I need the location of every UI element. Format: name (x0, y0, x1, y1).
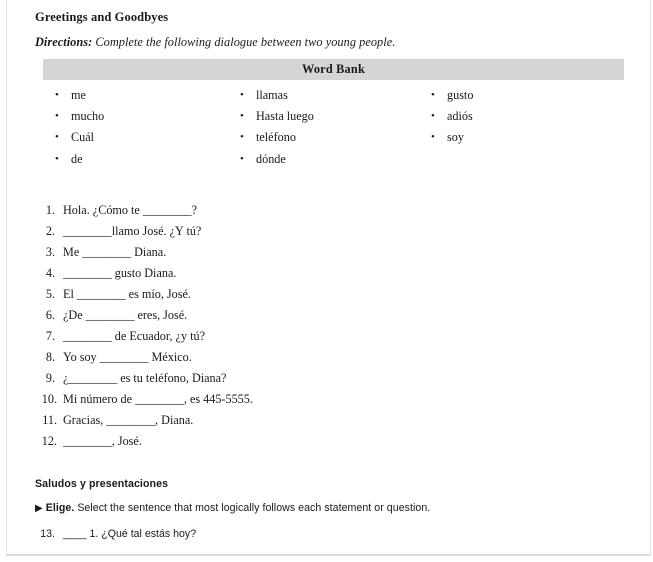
item-text: Gracias, ________, Diana. (63, 412, 194, 427)
exercise-item-2: 2. ________llamo José. ¿Y tú? (35, 221, 630, 242)
list-item: • gusto (429, 85, 624, 106)
worksheet-page: Greetings and Goodbyes Directions: Compl… (6, 0, 651, 556)
exercise-item-4: 4. ________ gusto Diana. (35, 263, 630, 284)
word-bank-header: Word Bank (43, 59, 624, 80)
item-number: 3. (45, 244, 55, 259)
list-item: • Hasta luego (238, 106, 427, 127)
bullet-icon: • (55, 110, 59, 123)
bullet-icon: • (55, 89, 59, 101)
bullet-icon: • (431, 89, 435, 101)
word-bank-column-2: • llamas • Hasta luego • teléfono • dónde (235, 85, 427, 170)
item-number: 12. (41, 433, 57, 448)
exercise-item-1: 1. Hola. ¿Cómo te ________? (35, 200, 630, 221)
word-bank-word: gusto (447, 88, 474, 102)
word-bank-word: de (71, 151, 83, 166)
item-text: Hola. ¿Cómo te ________? (63, 202, 198, 217)
bullet-icon: • (431, 110, 435, 123)
word-bank-word: soy (447, 130, 464, 145)
item-number: 6. (45, 307, 55, 322)
exercise-item-10: 10. Mi número de ________, es 445-5555. (35, 389, 630, 410)
item-text: Yo soy ________ México. (63, 349, 192, 364)
bullet-icon: • (240, 110, 244, 123)
instruction-label: Elige. (45, 501, 75, 514)
item-text: El ________ es mío, José. (63, 286, 191, 301)
list-item: • mucho (53, 106, 235, 127)
item-text: ¿________ es tu teléfono, Diana? (63, 370, 227, 385)
page-title: Greetings and Goodbyes (35, 10, 169, 24)
fill-in-exercise-list: 1. Hola. ¿Cómo te ________? 2. ________lla… (35, 200, 630, 452)
word-bank-word: llamas (256, 88, 288, 102)
bullet-icon: • (240, 131, 244, 144)
list-item: • Cuál (53, 127, 235, 148)
bullet-icon: • (55, 152, 59, 165)
item-text: ____ 1. ¿Qué tal estás hoy? (63, 527, 197, 540)
directions-line: Directions: Complete the following dialo… (35, 35, 630, 50)
item-number: 10. (41, 391, 57, 406)
bullet-icon: • (240, 89, 244, 101)
item-text: Mi número de ________, es 445-5555. (63, 391, 253, 406)
list-item: • de (53, 149, 235, 170)
item-number: 5. (45, 286, 55, 301)
list-item: • me (53, 85, 235, 106)
word-bank-word: Hasta luego (256, 109, 314, 124)
section-title: Saludos y presentaciones (35, 477, 169, 490)
list-item: • adiós (429, 106, 624, 127)
exercise-item-13: 13. ____ 1. ¿Qué tal estás hoy? (35, 528, 630, 540)
item-text: ________ de Ecuador, ¿y tú? (63, 328, 205, 343)
bullet-icon: • (55, 131, 59, 144)
item-number: 13. (40, 527, 55, 540)
exercise-item-3: 3. Me ________ Diana. (35, 242, 630, 263)
list-item: • llamas (238, 85, 427, 106)
bullet-icon: • (240, 152, 244, 165)
list-item: • teléfono (238, 127, 427, 148)
word-bank: Word Bank • me • mucho • Cuál • de • llamas •… (43, 59, 624, 170)
instruction-text: Select the sentence that most logically … (77, 501, 431, 514)
word-bank-word: dónde (256, 151, 286, 166)
directions-label: Directions: (35, 35, 93, 49)
exercise-item-6: 6. ¿De ________ eres, José. (35, 305, 630, 326)
exercise-item-12: 12. ________, José. (35, 431, 630, 452)
exercise-item-7: 7. ________ de Ecuador, ¿y tú? (35, 326, 630, 347)
section-instruction: ▶ Elige. Select the sentence that most lo… (35, 502, 630, 514)
word-bank-column-3: • gusto • adiós • soy (427, 85, 624, 170)
worksheet-content: Greetings and Goodbyes Directions: Compl… (7, 0, 650, 540)
item-number: 1. (45, 202, 55, 217)
item-text: ________, José. (63, 433, 142, 448)
item-number: 7. (45, 328, 55, 343)
word-bank-word: mucho (71, 109, 105, 124)
item-number: 11. (42, 412, 57, 427)
exercise-item-11: 11. Gracias, ________, Diana. (35, 410, 630, 431)
list-item: • dónde (238, 149, 427, 170)
exercise-item-5: 5. El ________ es mío, José. (35, 284, 630, 305)
item-text: Me ________ Diana. (63, 244, 167, 259)
item-text: ¿De ________ eres, José. (63, 307, 188, 322)
directions-text: Complete the following dialogue between … (95, 35, 396, 49)
word-bank-word: adiós (447, 109, 473, 124)
section-saludos: Saludos y presentaciones ▶ Elige. Select … (35, 478, 630, 540)
item-number: 8. (45, 349, 55, 364)
word-bank-word: Cuál (71, 130, 95, 145)
item-text: ________llamo José. ¿Y tú? (63, 223, 202, 238)
word-bank-column-1: • me • mucho • Cuál • de (43, 85, 235, 170)
word-bank-word: teléfono (256, 130, 296, 145)
bullet-icon: • (431, 131, 435, 144)
item-number: 9. (45, 370, 55, 385)
item-text: ________ gusto Diana. (63, 265, 177, 280)
exercise-item-8: 8. Yo soy ________ México. (35, 347, 630, 368)
exercise-item-9: 9. ¿________ es tu teléfono, Diana? (35, 368, 630, 389)
list-item: • soy (429, 127, 624, 148)
triangle-right-icon: ▶ (35, 502, 43, 514)
word-bank-columns: • me • mucho • Cuál • de • llamas • Hasta lueg… (43, 85, 624, 170)
word-bank-word: me (71, 88, 86, 102)
item-number: 4. (45, 265, 55, 280)
item-number: 2. (45, 223, 55, 238)
